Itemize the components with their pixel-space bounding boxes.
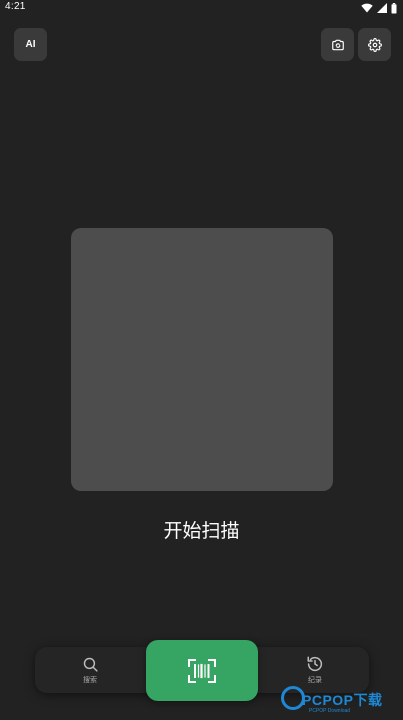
nav-history-label: 纪录 <box>308 676 322 684</box>
watermark: PCPOP下载 PCPOP Download <box>278 685 403 720</box>
status-time: 4:21 <box>5 1 26 12</box>
watermark-sub: PCPOP Download <box>309 708 351 714</box>
gear-icon <box>367 37 382 52</box>
scan-button[interactable] <box>146 640 258 701</box>
barcode-scan-icon <box>188 658 216 683</box>
watermark-brand: PCPOP下载 <box>302 692 383 708</box>
status-bar: 4:21 <box>0 0 403 16</box>
ai-label: AI <box>25 39 36 50</box>
battery-icon <box>391 2 397 14</box>
camera-switch-icon <box>331 39 344 50</box>
history-icon <box>307 656 323 672</box>
scan-preview-area[interactable] <box>71 228 333 491</box>
nav-search-label: 搜索 <box>83 675 97 684</box>
signal-icon <box>377 3 387 13</box>
start-scan-label: 开始扫描 <box>163 520 240 542</box>
nav-search[interactable]: 搜索 <box>63 647 117 693</box>
status-icons <box>361 2 397 14</box>
wifi-icon <box>361 3 373 13</box>
camera-switch-button[interactable] <box>321 28 354 61</box>
ai-button[interactable]: AI <box>14 28 47 61</box>
search-icon <box>83 657 98 672</box>
settings-button[interactable] <box>358 28 391 61</box>
